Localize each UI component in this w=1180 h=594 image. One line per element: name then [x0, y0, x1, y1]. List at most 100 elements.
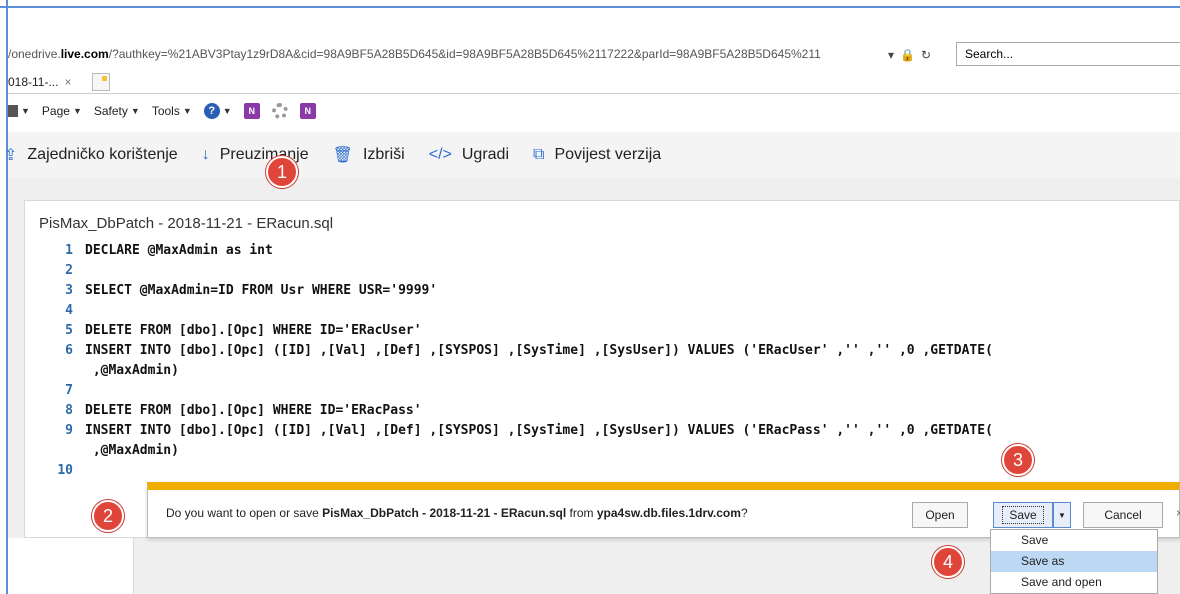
code-line: 4 — [25, 301, 1180, 321]
step-marker-1: 1 — [266, 156, 298, 188]
menu-item-save-and-open[interactable]: Save and open — [991, 572, 1157, 593]
save-button-label: Save — [1002, 506, 1044, 524]
line-content: DELETE FROM [dbo].[Opc] WHERE ID='ERacPa… — [85, 403, 422, 418]
close-icon[interactable]: × — [1176, 506, 1180, 520]
page-menu[interactable]: Page ▼ — [42, 104, 82, 118]
code-view: 1 DECLARE @MaxAdmin as int 2 3 SELECT @Max… — [25, 241, 1180, 481]
browser-tab[interactable]: 018-11-... × — [8, 70, 76, 94]
tab-strip: 018-11-... × — [8, 70, 1180, 94]
line-number: 5 — [65, 323, 73, 338]
version-history-label: Povijest verzija — [554, 146, 662, 163]
line-number: 1 — [65, 243, 73, 258]
download-icon: ↓ — [201, 146, 210, 163]
cancel-button[interactable]: Cancel — [1083, 502, 1163, 528]
delete-button[interactable]: 🗑 Izbriši — [333, 145, 405, 165]
refresh-icon[interactable]: ↻ — [921, 48, 931, 62]
line-number: 9 — [65, 423, 73, 438]
command-bar: ▼ Page ▼ Safety ▼ Tools ▼ ? ▼ N N — [8, 94, 1180, 128]
gear-icon[interactable] — [271, 103, 288, 119]
share-icon: ⇪ — [4, 147, 18, 164]
safety-menu-label: Safety — [93, 104, 128, 118]
address-prefix: /onedrive. — [8, 47, 61, 61]
prompt-suffix: ? — [740, 506, 748, 520]
prompt-host: ypa4sw.db.files.1drv.com — [596, 506, 741, 520]
help-menu[interactable]: ? ▼ — [203, 103, 232, 119]
tab-title: 018-11-... — [8, 75, 59, 89]
share-label: Zajedničko korištenje — [27, 146, 178, 163]
line-content: INSERT INTO [dbo].[Opc] ([ID] ,[Val] ,[D… — [85, 343, 993, 358]
printer-icon — [8, 105, 18, 117]
help-icon: ? — [203, 103, 220, 119]
code-line: 5 DELETE FROM [dbo].[Opc] WHERE ID='ERacU… — [25, 321, 1180, 341]
onedrive-action-bar: ⇪ Zajedničko korištenje ↓ Preuzimanje 🗑 … — [4, 132, 1180, 178]
chevron-down-icon: ▼ — [72, 106, 82, 116]
print-menu[interactable]: ▼ — [8, 105, 30, 117]
embed-button[interactable]: </> Ugradi — [429, 146, 509, 164]
delete-label: Izbriši — [362, 146, 405, 163]
bottom-left-area — [8, 538, 133, 594]
chevron-down-icon: ▼ — [21, 106, 30, 116]
line-number: 3 — [65, 283, 73, 298]
line-number: 8 — [65, 403, 73, 418]
code-line: ,@MaxAdmin) — [25, 361, 1180, 381]
tools-menu-label: Tools — [151, 104, 180, 118]
download-label: Preuzimanje — [219, 146, 309, 163]
code-line: 7 — [25, 381, 1180, 401]
tools-menu[interactable]: Tools ▼ — [152, 104, 192, 118]
line-content: ,@MaxAdmin) — [85, 443, 179, 458]
download-prompt: Do you want to open or save PisMax_DbPat… — [166, 506, 748, 520]
window-border-top — [0, 6, 1180, 8]
address-bar[interactable]: /onedrive.live.com/?authkey=%21ABV3Ptay1… — [8, 47, 821, 61]
share-button[interactable]: ⇪ Zajedničko korištenje — [4, 145, 178, 165]
search-input[interactable]: Search... — [956, 42, 1180, 66]
lock-icon[interactable]: 🔒 — [900, 48, 915, 62]
save-options-menu: Save Save as Save and open — [990, 529, 1158, 594]
code-line: 2 — [25, 261, 1180, 281]
code-line: 1 DECLARE @MaxAdmin as int — [25, 241, 1180, 261]
version-history-icon: ⧉ — [533, 146, 545, 163]
page-menu-label: Page — [41, 104, 70, 118]
code-icon: </> — [428, 146, 452, 163]
line-number: 2 — [65, 263, 73, 278]
code-line: 6 INSERT INTO [dbo].[Opc] ([ID] ,[Val] ,[… — [25, 341, 1180, 361]
tab-close-icon[interactable]: × — [64, 75, 71, 94]
chevron-down-icon: ▼ — [182, 106, 192, 116]
code-line: 3 SELECT @MaxAdmin=ID FROM Usr WHERE USR=… — [25, 281, 1180, 301]
line-content: DELETE FROM [dbo].[Opc] WHERE ID='ERacUs… — [85, 323, 422, 338]
save-dropdown-button[interactable]: ▼ — [1053, 502, 1071, 528]
address-bar-row: /onedrive.live.com/?authkey=%21ABV3Ptay1… — [8, 40, 1180, 70]
line-content: DECLARE @MaxAdmin as int — [85, 243, 273, 258]
code-line: 8 DELETE FROM [dbo].[Opc] WHERE ID='ERacP… — [25, 401, 1180, 421]
address-bar-icons: ▾ 🔒 ↻ — [888, 44, 931, 66]
line-content: INSERT INTO [dbo].[Opc] ([ID] ,[Val] ,[D… — [85, 423, 993, 438]
new-tab-icon[interactable] — [92, 73, 110, 91]
chevron-down-icon: ▼ — [130, 106, 140, 116]
divider — [133, 538, 134, 594]
prompt-middle: from — [566, 506, 597, 520]
chevron-down-icon: ▼ — [1058, 510, 1066, 520]
trash-icon: 🗑 — [332, 147, 353, 164]
address-domain: live.com — [60, 47, 109, 61]
line-content: ,@MaxAdmin) — [85, 363, 179, 378]
onenote-icon[interactable]: N — [243, 103, 260, 119]
line-number: 4 — [65, 303, 73, 318]
dropdown-arrow-icon[interactable]: ▾ — [888, 48, 894, 62]
menu-item-save-as[interactable]: Save as — [991, 551, 1157, 572]
line-content: SELECT @MaxAdmin=ID FROM Usr WHERE USR='… — [85, 283, 438, 298]
prompt-filename: PisMax_DbPatch - 2018-11-21 - ERacun.sql — [322, 506, 567, 520]
file-title: PisMax_DbPatch - 2018-11-21 - ERacun.sql — [39, 215, 334, 232]
line-number: 7 — [65, 383, 73, 398]
step-marker-2: 2 — [92, 500, 124, 532]
code-line: 9 INSERT INTO [dbo].[Opc] ([ID] ,[Val] ,[… — [25, 421, 1180, 441]
step-marker-4: 4 — [932, 546, 964, 578]
open-button[interactable]: Open — [912, 502, 968, 528]
step-marker-3: 3 — [1002, 444, 1034, 476]
line-number: 6 — [65, 343, 73, 358]
safety-menu[interactable]: Safety ▼ — [94, 104, 140, 118]
embed-label: Ugradi — [461, 146, 510, 163]
save-button[interactable]: Save — [993, 502, 1053, 528]
menu-item-save[interactable]: Save — [991, 530, 1157, 551]
version-history-button[interactable]: ⧉ Povijest verzija — [533, 146, 661, 164]
onenote-linked-notes-icon[interactable]: N — [299, 103, 316, 119]
chevron-down-icon: ▼ — [222, 106, 232, 116]
